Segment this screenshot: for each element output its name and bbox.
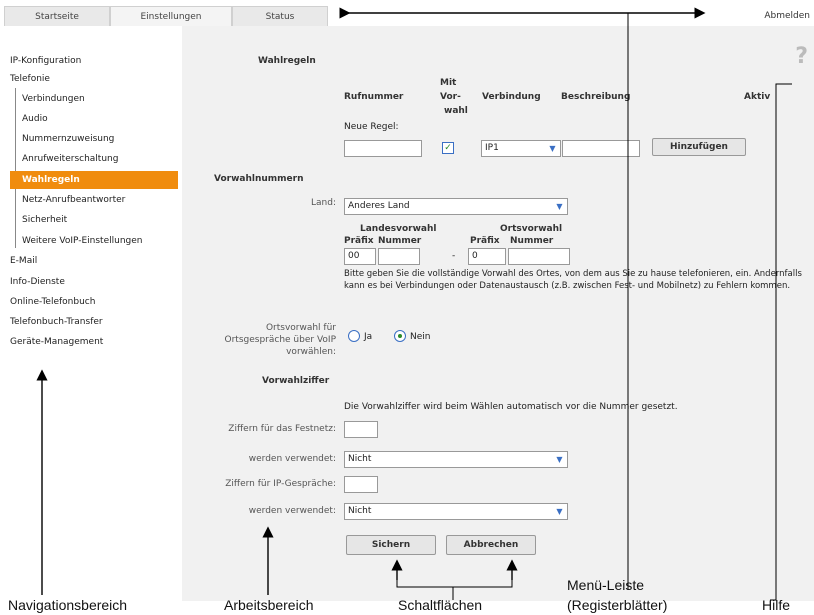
caption-work-area: Arbeitsbereich bbox=[224, 597, 314, 613]
caption-buttons: Schaltflächen bbox=[398, 597, 483, 613]
annotation-arrows bbox=[36, 7, 792, 601]
caption-navigation: Navigationsbereich bbox=[8, 597, 128, 613]
caption-menu-bar: Menü-Leiste bbox=[567, 577, 645, 593]
caption-help: Hilfe bbox=[762, 597, 791, 613]
caption-menu-bar-sub: (Registerblätter) bbox=[567, 597, 668, 613]
